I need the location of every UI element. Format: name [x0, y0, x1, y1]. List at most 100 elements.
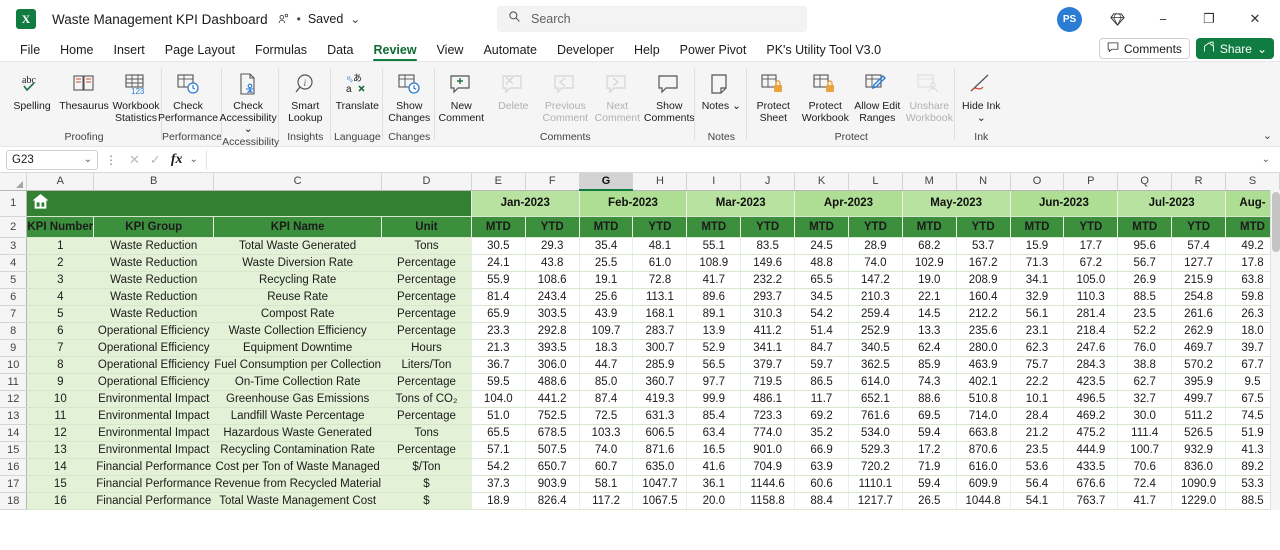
row-header-2[interactable]: 2	[0, 216, 28, 238]
cell-value[interactable]: 74.3	[902, 373, 957, 391]
cell-value[interactable]: 606.5	[632, 424, 688, 442]
ribbon-tab-home[interactable]: Home	[50, 43, 103, 61]
cell-value[interactable]: 84.7	[794, 339, 849, 357]
cell-value[interactable]: 293.7	[740, 288, 796, 306]
ribbon-tab-insert[interactable]: Insert	[104, 43, 155, 61]
cell-value[interactable]: 23.1	[1010, 322, 1065, 340]
cell-value[interactable]: 360.7	[632, 373, 688, 391]
table-row[interactable]: 4 2 Waste Reduction Waste Diversion Rate Per…	[0, 254, 1280, 272]
cell-kpi-name[interactable]: Landfill Waste Percentage	[213, 407, 383, 425]
cell-value[interactable]: 85.9	[902, 356, 957, 374]
cell-value[interactable]: 53.7	[956, 237, 1011, 255]
cell-kpi-unit[interactable]: Hours	[381, 339, 472, 357]
cell-value[interactable]: 402.1	[956, 373, 1011, 391]
table-row[interactable]: 8 6 Operational Efficiency Waste Collection…	[0, 322, 1280, 340]
document-title[interactable]: Waste Management KPI Dashboard	[52, 12, 268, 27]
cell-kpi-unit[interactable]: Percentage	[381, 373, 472, 391]
notes-button[interactable]: Notes ⌄	[695, 66, 747, 113]
table-row[interactable]: 16 14 Financial Performance Cost per Ton of…	[0, 458, 1280, 476]
cell-value[interactable]: 10.1	[1010, 390, 1065, 408]
cell-value[interactable]: 56.1	[1010, 305, 1065, 323]
cell-value[interactable]: 25.6	[579, 288, 634, 306]
formula-bar-more-icon[interactable]: ⋮	[105, 153, 117, 167]
cell-value[interactable]: 30.0	[1117, 407, 1173, 425]
cell-value[interactable]: 41.7	[686, 271, 742, 289]
cell-kpi-group[interactable]: Financial Performance	[93, 475, 215, 493]
cell-value[interactable]: 19.1	[579, 271, 634, 289]
workbook-statistics-button[interactable]: 123 Workbook Statistics	[110, 66, 162, 124]
cell-value[interactable]: 70.6	[1117, 458, 1173, 476]
cell-kpi-name[interactable]: Recycling Rate	[213, 271, 383, 289]
cell-value[interactable]: 23.5	[1010, 441, 1065, 459]
cell-value[interactable]: 55.9	[471, 271, 526, 289]
cell-value[interactable]: 35.2	[794, 424, 849, 442]
cell-kpi-unit[interactable]: Tons	[381, 424, 472, 442]
cell-value[interactable]: 147.2	[848, 271, 903, 289]
cell-kpi-group[interactable]: Financial Performance	[93, 458, 215, 476]
cell-value[interactable]: 761.6	[848, 407, 903, 425]
cell-value[interactable]: 105.7	[686, 509, 742, 510]
cell-value[interactable]: 57.4	[1171, 237, 1227, 255]
cell-value[interactable]: 113.1	[632, 288, 688, 306]
cell-value[interactable]: 65.5	[794, 271, 849, 289]
row-header-14[interactable]: 14	[0, 424, 28, 442]
translate-button[interactable]: ⬁ あ a Translate	[331, 66, 383, 113]
cell-kpi-name[interactable]: On-Time Collection Rate	[213, 373, 383, 391]
cell-kpi-group[interactable]: Environmental Impact	[93, 424, 215, 442]
column-header-N[interactable]: N	[956, 173, 1011, 191]
select-all-corner[interactable]	[0, 173, 28, 191]
saved-status[interactable]: Saved	[308, 12, 343, 26]
formula-input[interactable]	[205, 149, 1258, 170]
cell-value[interactable]: 43.9	[579, 305, 634, 323]
cell-value[interactable]: 104.0	[471, 390, 526, 408]
cell-value[interactable]: 306.0	[525, 356, 580, 374]
cell-value[interactable]: 72.8	[632, 271, 688, 289]
cell-value[interactable]: 19.0	[902, 271, 957, 289]
cell-value[interactable]: 870.6	[956, 441, 1011, 459]
cell-kpi-number[interactable]: 17	[26, 509, 95, 510]
cell-value[interactable]: 18.3	[579, 339, 634, 357]
cell-value[interactable]: 109.7	[579, 322, 634, 340]
cell-value[interactable]: 411.2	[740, 322, 796, 340]
cell-value[interactable]: 259.4	[848, 305, 903, 323]
cell-kpi-group[interactable]: Operational Efficiency	[93, 356, 215, 374]
cell-kpi-group[interactable]: Waste Reduction	[93, 288, 215, 306]
cell-kpi-number[interactable]: 3	[26, 271, 95, 289]
cell-value[interactable]: 167.2	[956, 254, 1011, 272]
minimize-button[interactable]: −	[1142, 3, 1184, 35]
cell-value[interactable]: 65.5	[471, 424, 526, 442]
cell-value[interactable]: 441.2	[525, 390, 580, 408]
cell-value[interactable]: 48.8	[794, 254, 849, 272]
cell-value[interactable]: 21.3	[471, 339, 526, 357]
cell-value[interactable]: 48.1	[632, 237, 688, 255]
cell-value[interactable]: 23.3	[471, 322, 526, 340]
cell-value[interactable]: 71.3	[1010, 254, 1065, 272]
column-header-B[interactable]: B	[93, 173, 215, 191]
row-header-13[interactable]: 13	[0, 407, 28, 425]
cell-value[interactable]: 55.1	[686, 237, 742, 255]
cell-value[interactable]: 83.5	[740, 237, 796, 255]
ribbon-tab-automate[interactable]: Automate	[473, 43, 547, 61]
cell-value[interactable]: 499.7	[1171, 390, 1227, 408]
cell-kpi-name[interactable]: Compost Rate	[213, 305, 383, 323]
cell-value[interactable]: 247.6	[1063, 339, 1119, 357]
cell-value[interactable]: 650.7	[525, 458, 580, 476]
cell-kpi-group[interactable]: Environmental Impact	[93, 407, 215, 425]
cell-value[interactable]: 570.2	[1171, 356, 1227, 374]
cell-value[interactable]: 18.9	[471, 492, 526, 510]
column-header-S[interactable]: S	[1225, 173, 1280, 191]
cell-value[interactable]: 62.7	[1117, 373, 1173, 391]
cell-value[interactable]: 56.5	[686, 356, 742, 374]
cell-value[interactable]: 1301.7	[740, 509, 796, 510]
cell-value[interactable]: 836.0	[1171, 458, 1227, 476]
name-box[interactable]: G23 ⌄	[6, 149, 98, 170]
cell-value[interactable]: 95.6	[1117, 237, 1173, 255]
cell-value[interactable]: 469.2	[1063, 407, 1119, 425]
ribbon-tab-data[interactable]: Data	[317, 43, 363, 61]
row-header-6[interactable]: 6	[0, 288, 28, 306]
row-header-4[interactable]: 4	[0, 254, 28, 272]
table-row[interactable]: 12 10 Environmental Impact Greenhouse Gas E…	[0, 390, 1280, 408]
cell-value[interactable]: 20.0	[686, 492, 742, 510]
column-header-O[interactable]: O	[1010, 173, 1065, 191]
cell-value[interactable]: 1044.8	[956, 492, 1011, 510]
